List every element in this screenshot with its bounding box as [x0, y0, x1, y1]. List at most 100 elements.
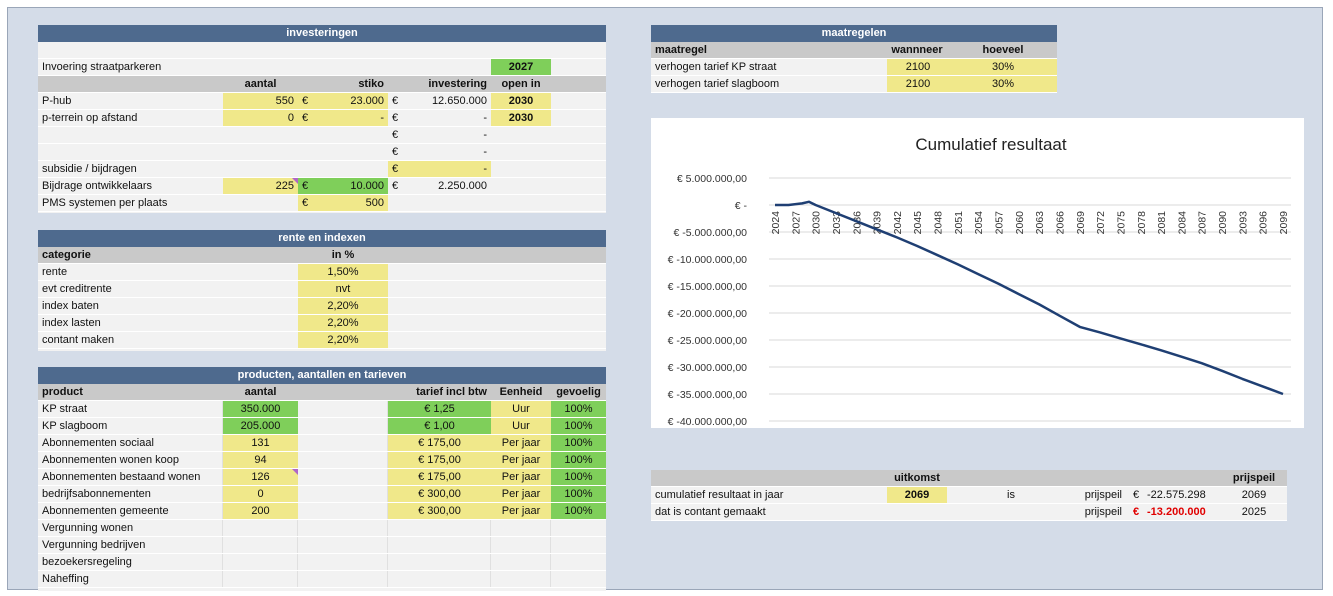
prijspeil-year: 2069 [1241, 489, 1267, 501]
tarief-input[interactable]: € 1,25 [388, 401, 491, 417]
tarief-input[interactable]: € 1,00 [388, 418, 491, 434]
empty-cell [298, 418, 388, 434]
gevoelig-input[interactable]: 100% [551, 418, 606, 434]
table-row: KP slagboom 205.000 € 1,00 Uur 100% [38, 418, 606, 435]
aantal-input[interactable] [223, 537, 298, 553]
table-row: rente 1,50% [38, 264, 606, 281]
currency-symbol: € [298, 110, 316, 126]
y-tick-label: € -40.000.000,00 [668, 416, 748, 428]
aantal-input[interactable] [223, 554, 298, 570]
empty-cell [298, 469, 388, 485]
stiko-input[interactable]: - [316, 110, 388, 126]
eenheid-cell[interactable]: Per jaar [491, 469, 551, 485]
wanneer-input[interactable]: 2100 [887, 76, 949, 92]
product-label: Abonnementen gemeente [38, 503, 223, 519]
percent-input[interactable]: 1,50% [298, 264, 388, 280]
empty-cell [298, 503, 388, 519]
aantal-input[interactable]: 225 [223, 178, 298, 194]
percent-input[interactable]: nvt [298, 281, 388, 297]
aantal-input[interactable]: 94 [223, 452, 298, 468]
hoeveel-input[interactable]: 30% [949, 59, 1057, 75]
table-row: KP straat 350.000 € 1,25 Uur 100% [38, 401, 606, 418]
x-tick-label: 2066 [1054, 211, 1066, 235]
tarief-input[interactable]: € 300,00 [388, 503, 491, 519]
wanneer-input[interactable]: 2100 [887, 59, 949, 75]
aantal-input[interactable] [223, 571, 298, 587]
gevoelig-input[interactable]: 100% [551, 435, 606, 451]
eenheid-cell[interactable]: Per jaar [491, 452, 551, 468]
eenheid-cell[interactable] [491, 520, 551, 536]
col-hoeveel-header: hoeveel [982, 44, 1024, 56]
maatregel-label: verhogen tarief KP straat [655, 61, 777, 73]
currency-symbol: € [298, 178, 316, 194]
aantal-input[interactable]: 200 [223, 503, 298, 519]
percent-input[interactable]: 2,20% [298, 332, 388, 348]
eenheid-cell[interactable]: Per jaar [491, 503, 551, 519]
empty-cell [298, 486, 388, 502]
x-tick-label: 2087 [1197, 211, 1209, 235]
maatregelen-title: maatregelen [651, 25, 1057, 42]
tarief-input[interactable]: € 300,00 [388, 486, 491, 502]
table-row: P-hub 550 €23.000 €12.650.000 2030 [38, 93, 606, 110]
aantal-input[interactable] [223, 520, 298, 536]
tarief-input[interactable] [388, 537, 491, 553]
aantal-input[interactable]: 126 [223, 469, 298, 485]
col-open-in-header: open in [501, 78, 541, 90]
eenheid-cell[interactable]: Uur [491, 401, 551, 417]
eenheid-cell[interactable] [491, 537, 551, 553]
prijspeil-header: prijspeil [1232, 472, 1276, 484]
aantal-input[interactable]: 550 [223, 93, 298, 109]
invoering-year-cell[interactable]: 2027 [491, 59, 551, 75]
product-label: KP slagboom [38, 418, 223, 434]
aantal-input[interactable]: 0 [223, 110, 298, 126]
tarief-input[interactable] [388, 571, 491, 587]
row-label [38, 127, 223, 143]
uitkomst-year-input[interactable]: 2069 [887, 487, 947, 503]
col-percent-header: in % [331, 249, 355, 261]
open-in-input[interactable]: 2030 [491, 110, 551, 126]
gevoelig-input[interactable]: 100% [551, 452, 606, 468]
currency-symbol: € [1133, 506, 1140, 518]
gevoelig-input[interactable]: 100% [551, 486, 606, 502]
table-row: Vergunning wonen [38, 520, 606, 537]
uitkomst-header-row: uitkomst prijspeil [651, 470, 1287, 487]
aantal-input[interactable]: 0 [223, 486, 298, 502]
gevoelig-input[interactable] [551, 554, 606, 570]
table-row: Naheffing [38, 571, 606, 588]
eenheid-cell[interactable]: Per jaar [491, 486, 551, 502]
tarief-input[interactable] [388, 554, 491, 570]
gevoelig-input[interactable]: 100% [551, 469, 606, 485]
prijspeil-label: prijspeil [1084, 506, 1122, 518]
eenheid-cell[interactable]: Per jaar [491, 435, 551, 451]
hoeveel-input[interactable]: 30% [949, 76, 1057, 92]
table-row: p-terrein op afstand 0 € - € -2030 [38, 110, 606, 127]
y-tick-label: € -20.000.000,00 [668, 308, 748, 320]
x-tick-label: 2099 [1278, 211, 1290, 235]
prijspeil-label: prijspeil [1084, 489, 1122, 501]
open-in-input[interactable]: 2030 [491, 93, 551, 109]
chart-svg: Cumulatief resultaat € 5.000.000,00 € - € … [668, 135, 1291, 428]
gevoelig-input[interactable]: 100% [551, 503, 606, 519]
tarief-input[interactable]: € 175,00 [388, 435, 491, 451]
table-row: contant maken 2,20% [38, 332, 606, 349]
gevoelig-input[interactable]: 100% [551, 401, 606, 417]
percent-input[interactable]: 2,20% [298, 315, 388, 331]
stiko-input[interactable]: 500 [316, 195, 388, 211]
eenheid-cell[interactable] [491, 571, 551, 587]
gevoelig-input[interactable] [551, 537, 606, 553]
percent-input[interactable]: 2,20% [298, 298, 388, 314]
stiko-input[interactable]: 23.000 [316, 93, 388, 109]
gevoelig-input[interactable] [551, 520, 606, 536]
gevoelig-input[interactable] [551, 571, 606, 587]
y-tick-label: € -35.000.000,00 [668, 389, 748, 401]
eenheid-cell[interactable]: Uur [491, 418, 551, 434]
aantal-input[interactable]: 205.000 [223, 418, 298, 434]
eenheid-cell[interactable] [491, 554, 551, 570]
tarief-input[interactable]: € 175,00 [388, 469, 491, 485]
aantal-input[interactable]: 350.000 [223, 401, 298, 417]
tarief-input[interactable]: € 175,00 [388, 452, 491, 468]
aantal-input[interactable]: 131 [223, 435, 298, 451]
tarief-input[interactable] [388, 520, 491, 536]
row-label: rente [42, 266, 68, 278]
stiko-input[interactable]: 10.000 [316, 178, 388, 194]
